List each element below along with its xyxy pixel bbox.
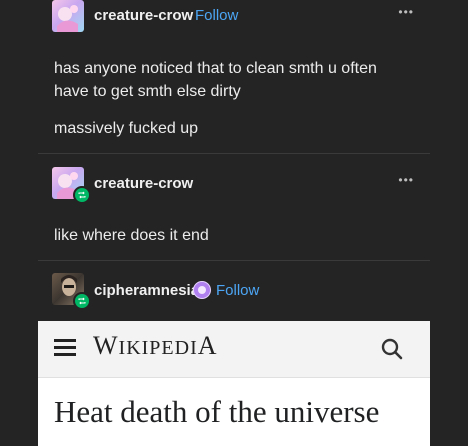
verified-badge-icon — [193, 281, 211, 299]
reblog-icon — [73, 186, 91, 204]
avatar-cipheramnesia[interactable] — [52, 273, 91, 310]
logo-letters: IKIPEDI — [118, 337, 198, 359]
post-text-line: have to get smth else dirty — [54, 83, 241, 100]
username[interactable]: creature-crow — [94, 7, 193, 24]
post-text: like where does it end — [54, 227, 209, 244]
search-icon[interactable] — [380, 337, 404, 361]
avatar — [52, 0, 84, 32]
logo-letter: A — [197, 331, 218, 360]
follow-button[interactable]: Follow — [195, 7, 238, 24]
post-text: massively fucked up — [54, 120, 199, 137]
divider — [38, 260, 430, 261]
avatar-creature-crow-1[interactable] — [52, 0, 84, 32]
post-text-line: has anyone noticed that to clean smth u … — [54, 60, 377, 77]
wikipedia-logo[interactable]: WIKIPEDIA — [93, 331, 218, 361]
post-text: has anyone noticed that to clean smth u … — [54, 57, 434, 103]
username[interactable]: creature-crow — [94, 175, 193, 192]
logo-letter: W — [93, 331, 119, 360]
follow-button[interactable]: Follow — [216, 282, 259, 299]
article-title: Heat death of the universe — [54, 394, 380, 429]
more-options-icon[interactable]: ••• — [398, 173, 414, 187]
avatar-art-icon — [57, 5, 78, 32]
divider — [38, 153, 430, 154]
username[interactable]: cipheramnesia — [94, 282, 199, 299]
menu-icon[interactable] — [54, 339, 76, 357]
wikipedia-screenshot: WIKIPEDIA Heat death of the universe — [38, 321, 430, 446]
reblog-icon — [73, 292, 91, 310]
more-options-icon[interactable]: ••• — [398, 5, 414, 19]
avatar-creature-crow-2[interactable] — [52, 167, 91, 204]
wikipedia-header: WIKIPEDIA — [38, 321, 430, 378]
